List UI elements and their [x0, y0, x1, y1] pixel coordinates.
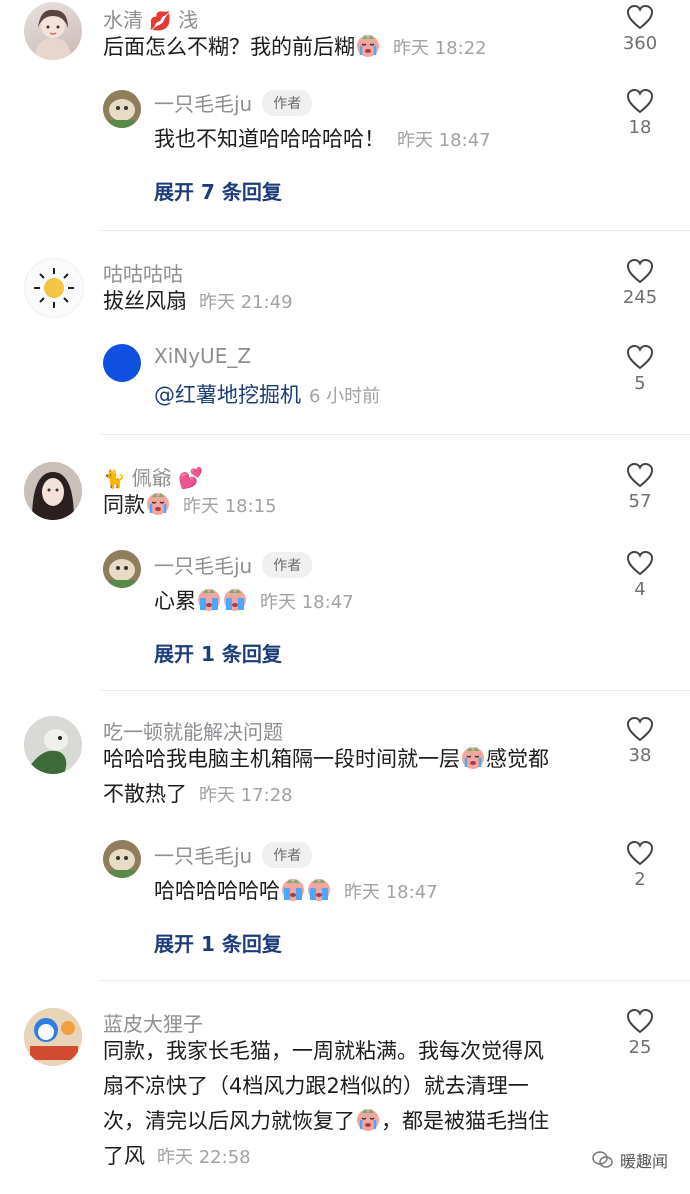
like-count: 5 [634, 373, 646, 394]
avatar[interactable] [103, 550, 141, 588]
reply-author[interactable]: 一只毛毛ju 作者 [154, 840, 313, 869]
heart-icon [626, 550, 654, 576]
reply-author[interactable]: 一只毛毛ju 作者 [154, 550, 313, 579]
reply-time: 昨天 18:47 [344, 882, 438, 903]
heart-icon [626, 840, 654, 866]
heart-icon [626, 4, 654, 30]
sobbing-emoji-icon [280, 876, 306, 902]
heart-icon [626, 1008, 654, 1034]
like-button[interactable]: 25 [616, 1008, 664, 1058]
divider [100, 230, 690, 231]
expand-replies-button[interactable]: 展开 7 条回复 [154, 176, 282, 205]
crying-emoji-icon [355, 32, 381, 58]
cat-emoji-icon: 🐈 [103, 469, 126, 490]
watermark: 暖趣闻 [592, 1148, 668, 1172]
like-count: 57 [628, 491, 652, 512]
reply-author[interactable]: XiNyUE_Z [154, 344, 251, 368]
reply-time: 6 小时前 [309, 386, 381, 407]
heart-icon [626, 344, 654, 370]
comment-author[interactable]: 吃一顿就能解决问题 [103, 716, 283, 745]
crying-emoji-icon [145, 490, 171, 516]
comment-author[interactable]: 蓝皮大狸子 [103, 1008, 203, 1037]
author-badge: 作者 [262, 552, 313, 578]
crying-emoji-icon [355, 1106, 381, 1132]
expand-replies-button[interactable]: 展开 1 条回复 [154, 638, 282, 667]
avatar[interactable] [24, 258, 84, 318]
comment-author[interactable]: 咕咕咕咕 [103, 258, 183, 287]
divider [100, 980, 690, 981]
like-button[interactable]: 5 [616, 344, 664, 394]
hearts-emoji-icon: 💕 [178, 466, 204, 490]
author-badge: 作者 [262, 842, 313, 868]
comment-text: 同款，我家长毛猫，一周就粘满。我每次觉得风 扇不凉快了（4档风力跟2档似的）就去… [103, 1039, 549, 1168]
heart-icon [626, 88, 654, 114]
reply-time: 昨天 18:47 [260, 592, 354, 613]
like-count: 4 [634, 579, 646, 600]
avatar[interactable] [24, 462, 82, 520]
divider [100, 434, 690, 435]
sobbing-emoji-icon [222, 586, 248, 612]
author-badge: 作者 [262, 90, 313, 116]
heart-icon [626, 716, 654, 742]
avatar[interactable] [24, 2, 82, 60]
comment-time: 昨天 18:22 [393, 38, 487, 59]
like-count: 38 [628, 745, 652, 766]
comment-author[interactable]: 🐈 佩爺 💕 [103, 462, 203, 491]
sobbing-emoji-icon [196, 586, 222, 612]
expand-replies-button[interactable]: 展开 1 条回复 [154, 928, 282, 957]
like-button[interactable]: 57 [616, 462, 664, 512]
avatar[interactable] [103, 840, 141, 878]
comment-text: 哈哈哈我电脑主机箱隔一段时间就一层 感觉都 不散热了 昨天 17:28 [103, 742, 603, 813]
comment-time: 昨天 17:28 [199, 785, 293, 806]
like-count: 25 [628, 1037, 652, 1058]
avatar[interactable] [24, 716, 82, 774]
like-count: 360 [622, 33, 658, 54]
comment-time: 昨天 22:58 [157, 1147, 251, 1168]
avatar[interactable] [24, 1008, 82, 1066]
like-button[interactable]: 360 [616, 4, 664, 54]
comment-text: 拔丝风扇 昨天 21:49 [103, 289, 293, 313]
sobbing-emoji-icon [306, 876, 332, 902]
like-button[interactable]: 38 [616, 716, 664, 766]
like-count: 18 [628, 117, 652, 138]
like-button[interactable]: 18 [616, 88, 664, 138]
comment-text: 后面怎么不糊？我的前后糊 昨天 18:22 [103, 30, 603, 66]
like-count: 2 [634, 869, 646, 890]
like-count: 245 [622, 287, 658, 308]
divider [100, 690, 690, 691]
reply-text: @红薯地挖掘机 6 小时前 [154, 378, 594, 414]
avatar[interactable] [103, 90, 141, 128]
avatar[interactable] [103, 344, 141, 382]
reply-text: 心累 昨天 18:47 [154, 584, 594, 620]
lips-emoji-icon: 💋 [149, 11, 172, 32]
mention-link[interactable]: @红薯地挖掘机 [154, 383, 301, 407]
comment-time: 昨天 21:49 [199, 292, 293, 313]
comment-text: 同款 昨天 18:15 [103, 488, 603, 524]
like-button[interactable]: 4 [616, 550, 664, 600]
like-button[interactable]: 245 [616, 258, 664, 308]
reply-text: 我也不知道哈哈哈哈哈！ 昨天 18:47 [154, 127, 491, 151]
reply-author[interactable]: 一只毛毛ju 作者 [154, 88, 313, 117]
heart-icon [626, 258, 654, 284]
comment-author[interactable]: 水清 💋 浅 [103, 4, 198, 33]
heart-icon [626, 462, 654, 488]
like-button[interactable]: 2 [616, 840, 664, 890]
reply-text: 哈哈哈哈哈哈 昨天 18:47 [154, 874, 594, 910]
comment-time: 昨天 18:15 [183, 496, 277, 517]
wechat-icon [592, 1151, 613, 1168]
reply-time: 昨天 18:47 [397, 130, 491, 151]
crying-emoji-icon [460, 744, 486, 770]
